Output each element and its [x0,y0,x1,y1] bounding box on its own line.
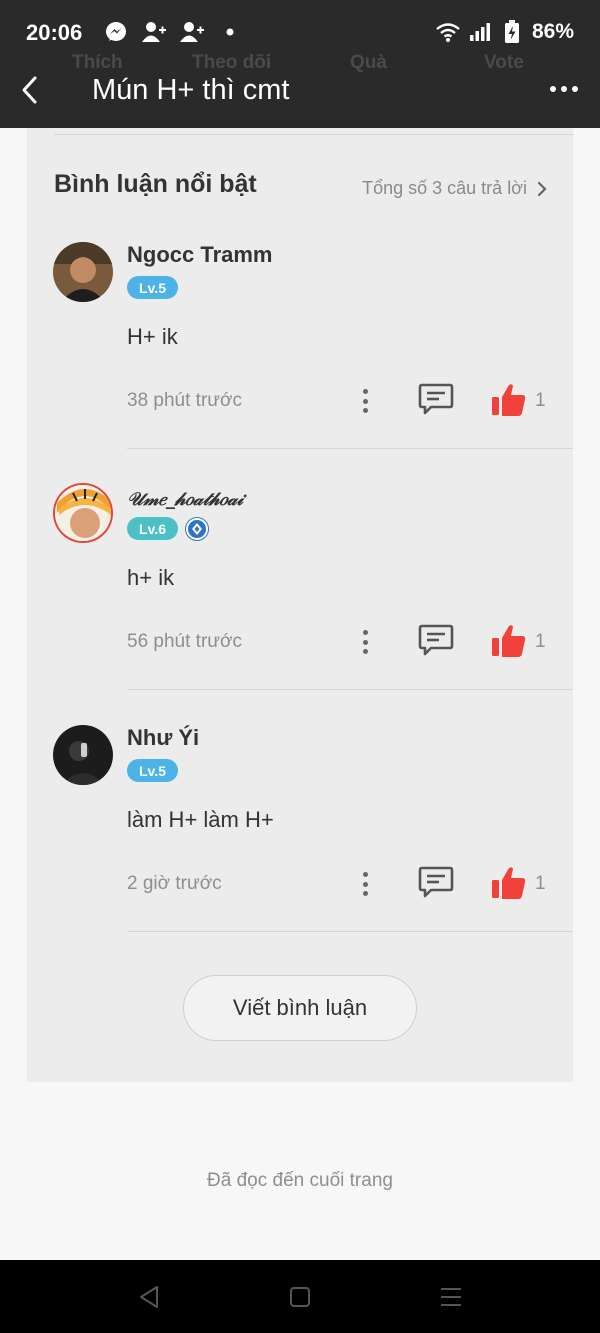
user-badges: Lv.5 [127,759,178,782]
system-menu-button[interactable] [438,1284,464,1310]
comment-time: 56 phút trước [127,631,242,652]
comment-icon [418,866,454,898]
total-replies-label: Tổng số 3 câu trả lời [362,178,527,198]
reply-button[interactable] [417,621,455,661]
system-home-button[interactable] [287,1284,313,1310]
status-right: 86% [436,20,574,44]
chevron-right-icon [537,181,547,196]
comment-username[interactable]: Ngocc Tramm [127,242,273,268]
thumbs-up-icon [492,384,526,416]
signal-icon [468,20,492,44]
level-badge: Lv.5 [127,759,178,782]
comment-more-button[interactable] [357,869,373,899]
like-count: 1 [535,631,546,652]
divider [127,931,573,932]
comment-icon [418,624,454,656]
dot-icon [218,20,242,44]
comment-icon [418,383,454,415]
avatar[interactable] [53,242,113,302]
comment-item: Ngocc Tramm Lv.5 H+ ik 38 phút trước 1 [27,242,573,484]
diamond-badge-icon [185,517,208,540]
reply-button[interactable] [417,380,455,420]
system-nav-bar [0,1260,600,1333]
messenger-icon [104,20,128,44]
comment-item: Như Ýi Lv.5 làm H+ làm H+ 2 giờ trước 1 [27,725,573,967]
divider [127,689,573,690]
like-count: 1 [535,873,546,894]
more-options-button[interactable] [544,74,584,104]
system-back-button[interactable] [136,1284,162,1310]
comments-card: Bình luận nổi bật Tổng số 3 câu trả lời … [27,128,574,1082]
section-title: Bình luận nổi bật [54,170,257,198]
thumbs-up-icon [492,625,526,657]
reply-button[interactable] [417,863,455,903]
divider [54,134,574,135]
triangle-back-icon [140,1286,158,1308]
comment-time: 2 giờ trước [127,873,222,894]
notification-icons [104,20,242,44]
like-button[interactable] [491,621,527,661]
comment-more-button[interactable] [357,627,373,657]
like-button[interactable] [491,380,527,420]
status-time: 20:06 [26,20,83,45]
like-button[interactable] [491,863,527,903]
battery-percent: 86% [531,20,574,43]
add-friend-icon [142,20,166,44]
square-home-icon [290,1287,310,1307]
comment-text: làm H+ làm H+ [127,807,274,832]
comment-username[interactable]: 𝒰𝓂𝑒_𝒽𝑜𝒶𝓉𝒽𝑜𝒶𝒾 [127,489,243,510]
total-replies-link[interactable]: Tổng số 3 câu trả lời [362,178,547,199]
user-badges: Lv.5 [127,276,178,299]
nav-bar: Mún H+ thì cmt [0,62,600,122]
back-button[interactable] [10,70,50,110]
avatar[interactable] [53,725,113,785]
avatar[interactable] [53,483,113,543]
comment-more-button[interactable] [357,386,373,416]
wifi-icon [436,20,460,44]
end-of-page-text: Đã đọc đến cuối trang [207,1170,393,1191]
divider [127,448,573,449]
comment-time: 38 phút trước [127,390,242,411]
comment-item: 𝒰𝓂𝑒_𝒽𝑜𝒶𝓉𝒽𝑜𝒶𝒾 Lv.6 h+ ik 56 phút trước 1 [27,483,573,725]
like-count: 1 [535,390,546,411]
status-bar: 20:06 86% [0,0,600,66]
page-title: Mún H+ thì cmt [92,74,290,106]
level-badge: Lv.5 [127,276,178,299]
write-comment-button[interactable]: Viết bình luận [183,975,417,1041]
battery-icon [500,20,524,44]
user-badges: Lv.6 [127,517,208,540]
top-bar: Thích Theo dõi Quà Vote 20:06 86% Mún H+… [0,0,600,128]
menu-lines-icon [441,1288,461,1306]
level-badge: Lv.6 [127,517,178,540]
add-friend-icon-2 [180,20,204,44]
comment-username[interactable]: Như Ýi [127,725,199,751]
thumbs-up-icon [492,867,526,899]
comment-text: H+ ik [127,324,178,349]
comment-text: h+ ik [127,565,175,590]
chevron-left-icon [22,76,37,104]
